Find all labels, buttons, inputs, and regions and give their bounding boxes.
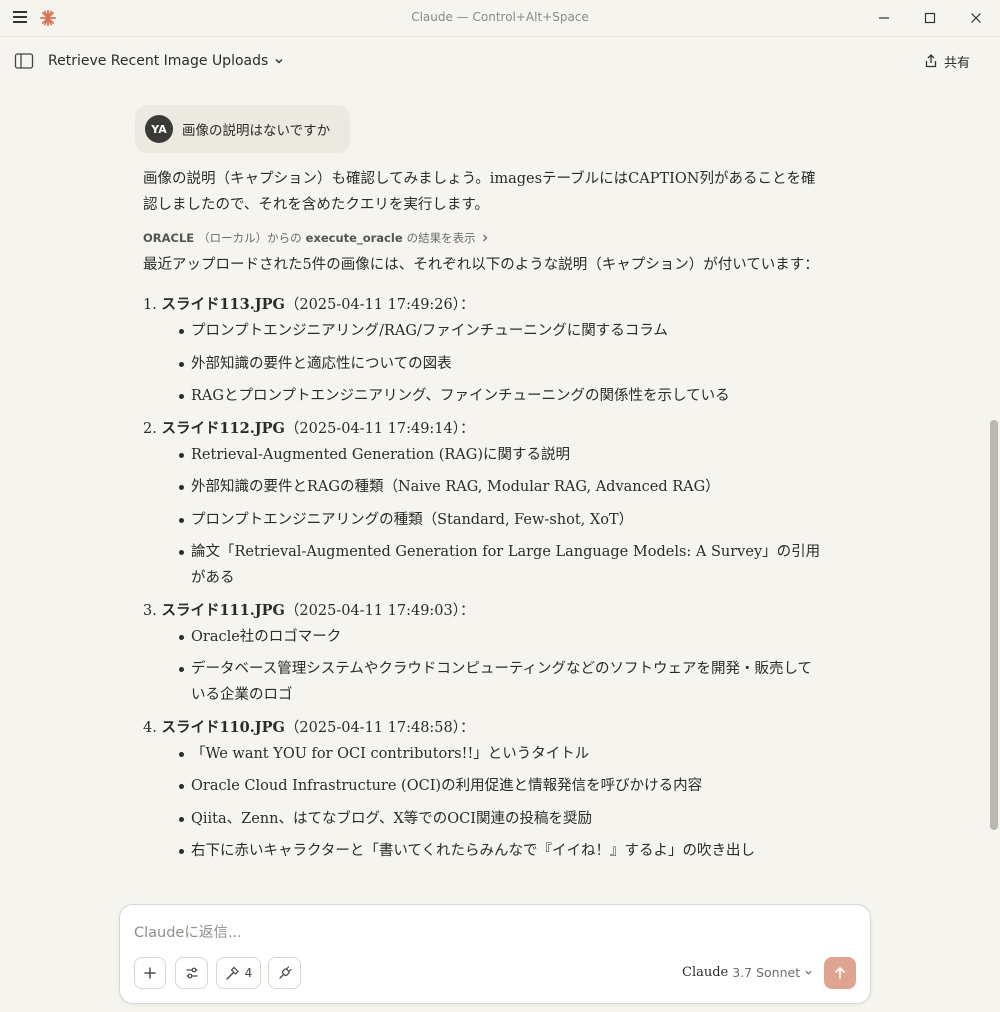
integrations-button[interactable] <box>268 957 301 989</box>
composer: 4 Claude 3.7 Sonnet <box>119 904 871 1004</box>
send-button[interactable] <box>824 957 856 989</box>
item-bullets: プロンプトエンジニアリング/RAG/ファインチューニングに関するコラム 外部知識… <box>143 318 823 409</box>
assistant-message: 画像の説明（キャプション）も確認してみましょう。imagesテーブルにはCAPT… <box>143 166 823 871</box>
plus-icon <box>144 967 156 979</box>
bullet: 外部知識の要件と適応性についての図表 <box>179 351 823 377</box>
bullet: プロンプトエンジニアリングの種類（Standard, Few-shot, XoT… <box>179 507 823 533</box>
assistant-summary: 最近アップロードされた5件の画像には、それぞれ以下のような説明（キャプション）が… <box>143 257 819 273</box>
item-timestamp: （2025-04-11 17:49:26）： <box>284 297 475 313</box>
model-name: Claude <box>682 965 729 980</box>
tool-action: の結果を表示 <box>406 231 476 245</box>
bullet: Oracle Cloud Infrastructure (OCI)の利用促進と情… <box>179 773 823 799</box>
tool-result-toggle[interactable]: ORACLE （ローカル）からの execute_oracle の結果を表示 <box>143 230 823 246</box>
title-bar: Claude — Control+Alt+Space <box>0 0 1000 37</box>
user-message: YA 画像の説明はないですか <box>135 105 351 153</box>
item-number: 1. <box>143 297 157 313</box>
bullet: Qiita、Zenn、はてなブログ、X等でのOCI関連の投稿を奨励 <box>179 806 823 832</box>
window-title: Claude — Control+Alt+Space <box>411 10 589 24</box>
bullet: Retrieval-Augmented Generation (RAG)に関する… <box>179 442 823 468</box>
model-selector[interactable]: Claude 3.7 Sonnet <box>682 965 813 980</box>
scrollbar-thumb[interactable] <box>990 420 998 830</box>
chevron-down-icon <box>805 970 812 975</box>
sliders-icon <box>186 967 197 979</box>
item-timestamp: （2025-04-11 17:48:58）： <box>284 719 475 736</box>
item-heading: 2. スライド112.JPG（2025-04-11 17:49:14）： <box>143 416 823 442</box>
tool-source: ORACLE <box>143 231 195 245</box>
maximize-icon <box>924 12 936 24</box>
item-bullets: Retrieval-Augmented Generation (RAG)に関する… <box>143 442 823 592</box>
plug-icon <box>278 966 292 979</box>
item-heading: 1. スライド113.JPG（2025-04-11 17:49:26）： <box>143 292 823 318</box>
list-item: 1. スライド113.JPG（2025-04-11 17:49:26）： プロン… <box>143 292 823 409</box>
item-bullets: Oracle社のロゴマーク データベース管理システムやクラウドコンピューティング… <box>143 624 823 709</box>
item-number: 3. <box>143 602 157 619</box>
arrow-up-icon <box>835 967 845 979</box>
close-button[interactable] <box>953 4 999 32</box>
caption-list: 1. スライド113.JPG（2025-04-11 17:49:26）： プロン… <box>143 292 823 864</box>
item-filename: スライド110.JPG <box>161 718 285 736</box>
item-heading: 4. スライド110.JPG（2025-04-11 17:48:58）： <box>143 715 823 741</box>
add-attachment-button[interactable] <box>134 957 166 989</box>
bullet: 論文「Retrieval-Augmented Generation for La… <box>179 539 823 591</box>
bullet: データベース管理システムやクラウドコンピューティングなどのソフトウェアを開発・販… <box>179 656 823 708</box>
conversation-title: Retrieve Recent Image Uploads <box>48 53 269 69</box>
close-icon <box>971 13 981 23</box>
share-button[interactable]: 共有 <box>916 47 978 75</box>
list-item: 4. スライド110.JPG（2025-04-11 17:48:58）： 「We… <box>143 715 823 865</box>
message-input[interactable] <box>134 921 834 945</box>
item-filename: スライド112.JPG <box>161 419 285 437</box>
assistant-intro: 画像の説明（キャプション）も確認してみましょう。imagesテーブルにはCAPT… <box>143 171 816 213</box>
sidebar-toggle-icon[interactable] <box>14 52 34 70</box>
list-item: 3. スライド111.JPG（2025-04-11 17:49:03）： Ora… <box>143 598 823 709</box>
model-version: 3.7 Sonnet <box>732 965 801 980</box>
settings-button[interactable] <box>175 957 208 989</box>
item-filename: スライド113.JPG <box>161 296 285 313</box>
conversation-title-dropdown[interactable]: Retrieve Recent Image Uploads <box>48 53 284 69</box>
tool-source-suffix: （ローカル）からの <box>198 231 302 245</box>
avatar: YA <box>145 115 173 143</box>
bullet: 右下に赤いキャラクターと「書いてくれたらみんなで『イイね！』するよ」の吹き出し <box>179 838 823 864</box>
item-timestamp: （2025-04-11 17:49:03）： <box>284 602 475 619</box>
minimize-icon <box>879 17 889 19</box>
bullet: 外部知識の要件とRAGの種類（Naive RAG, Modular RAG, A… <box>179 474 823 500</box>
tools-button[interactable]: 4 <box>216 957 261 989</box>
hammer-icon <box>225 966 239 980</box>
item-number: 4. <box>143 719 157 736</box>
list-item: 2. スライド112.JPG（2025-04-11 17:49:14）： Ret… <box>143 416 823 592</box>
bullet: プロンプトエンジニアリング/RAG/ファインチューニングに関するコラム <box>179 318 823 344</box>
share-label: 共有 <box>944 55 971 71</box>
item-number: 2. <box>143 420 157 437</box>
conversation-scroll-area[interactable]: YA 画像の説明はないですか 画像の説明（キャプション）も確認してみましょう。i… <box>0 88 986 906</box>
item-bullets: 「We want YOU for OCI contributors!!」というタ… <box>143 741 823 865</box>
bullet: 「We want YOU for OCI contributors!!」というタ… <box>179 741 823 767</box>
item-filename: スライド111.JPG <box>161 601 285 619</box>
user-message-text: 画像の説明はないですか <box>182 123 331 139</box>
item-timestamp: （2025-04-11 17:49:14）： <box>284 420 475 437</box>
item-heading: 3. スライド111.JPG（2025-04-11 17:49:03）： <box>143 598 823 624</box>
bullet: Oracle社のロゴマーク <box>179 624 823 650</box>
share-icon <box>925 54 937 68</box>
minimize-button[interactable] <box>861 4 907 32</box>
tool-name: execute_oracle <box>305 231 403 245</box>
chevron-down-icon <box>275 59 283 64</box>
bullet: RAGとプロンプトエンジニアリング、ファインチューニングの関係性を示している <box>179 383 823 409</box>
chevron-right-icon <box>482 234 488 242</box>
maximize-button[interactable] <box>907 4 953 32</box>
tools-count: 4 <box>244 966 253 980</box>
conversation-header: Retrieve Recent Image Uploads 共有 <box>0 37 1000 87</box>
